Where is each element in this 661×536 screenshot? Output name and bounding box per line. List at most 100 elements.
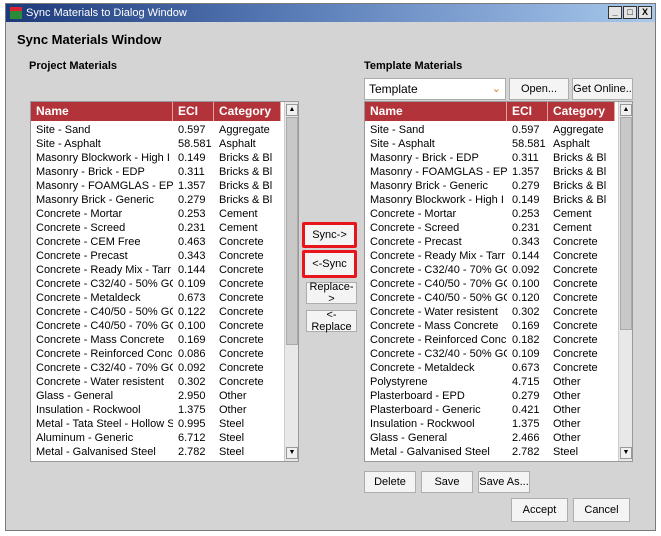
- cell-category: Bricks & Bl: [219, 194, 273, 206]
- scroll-up-arrow-icon[interactable]: ▲: [620, 104, 632, 116]
- table-row[interactable]: Plasterboard - EPD 0.279 Other: [365, 389, 615, 403]
- table-row[interactable]: Concrete - C40/50 - 70% GG 0.100 Concrete: [31, 319, 281, 333]
- window-title: Sync Materials to Dialog Window: [26, 7, 187, 19]
- cell-category: Concrete: [553, 320, 598, 332]
- table-row[interactable]: Concrete - Mortar 0.253 Cement: [31, 207, 281, 221]
- table-row[interactable]: Insulation - Rockwool 1.375 Other: [31, 403, 281, 417]
- cell-category: Concrete: [553, 362, 598, 374]
- column-header-name[interactable]: Name: [31, 102, 173, 121]
- scrollbar[interactable]: ▲ ▼: [618, 102, 632, 461]
- maximize-button[interactable]: □: [623, 6, 637, 19]
- table-row[interactable]: Concrete - C40/50 - 50% GG 0.122 Concrete: [31, 305, 281, 319]
- table-row[interactable]: Masonry - FOAMGLAS - EPD 1.357 Bricks & Bl: [31, 179, 281, 193]
- table-row[interactable]: Concrete - Screed 0.231 Cement: [365, 221, 615, 235]
- save-button[interactable]: Save: [421, 471, 473, 493]
- table-row[interactable]: Site - Asphalt 58.581 Asphalt: [365, 137, 615, 151]
- scrollbar-thumb[interactable]: [286, 117, 298, 345]
- cell-name: Concrete - Reinforced Conc: [36, 348, 173, 360]
- cell-name: Concrete - Metaldeck: [36, 292, 141, 304]
- table-row[interactable]: Insulation - Rockwool 1.375 Other: [365, 417, 615, 431]
- table-row[interactable]: Plasterboard - Generic 0.421 Other: [365, 403, 615, 417]
- table-row[interactable]: Concrete - Precast 0.343 Concrete: [365, 235, 615, 249]
- save-as-button[interactable]: Save As...: [478, 471, 530, 493]
- column-header-name[interactable]: Name: [365, 102, 507, 121]
- delete-button[interactable]: Delete: [364, 471, 416, 493]
- cell-eci: 0.673: [178, 292, 206, 304]
- accept-button[interactable]: Accept: [511, 498, 568, 522]
- table-row[interactable]: Site - Asphalt 58.581 Asphalt: [31, 137, 281, 151]
- table-row[interactable]: Concrete - Mass Concrete 0.169 Concrete: [365, 319, 615, 333]
- table-row[interactable]: Glass - General 2.466 Other: [365, 431, 615, 445]
- cell-category: Concrete: [553, 250, 598, 262]
- cell-eci: 0.597: [178, 124, 206, 136]
- table-row[interactable]: Site - Sand 0.597 Aggregate: [31, 123, 281, 137]
- column-header-category[interactable]: Category: [548, 102, 615, 121]
- table-row[interactable]: Concrete - Metaldeck 0.673 Concrete: [31, 291, 281, 305]
- project-materials-label: Project Materials: [29, 60, 118, 72]
- cell-category: Cement: [553, 208, 592, 220]
- table-row[interactable]: Concrete - Screed 0.231 Cement: [31, 221, 281, 235]
- get-online-button[interactable]: Get Online..: [572, 78, 633, 100]
- cell-category: Steel: [219, 432, 245, 444]
- table-row[interactable]: Concrete - Metaldeck 0.673 Concrete: [365, 361, 615, 375]
- cell-category: Concrete: [553, 264, 598, 276]
- sync-left-button[interactable]: <-Sync: [302, 250, 357, 278]
- sync-right-button[interactable]: Sync->: [302, 222, 357, 248]
- table-row[interactable]: Concrete - Ready Mix - Tarr 0.144 Concrete: [365, 249, 615, 263]
- minimize-button[interactable]: _: [608, 6, 622, 19]
- table-row[interactable]: Concrete - C32/40 - 50% GG 0.109 Concrete: [365, 347, 615, 361]
- table-row[interactable]: Concrete - C40/50 - 70% GG 0.100 Concrete: [365, 277, 615, 291]
- table-row[interactable]: Concrete - Water resistent 0.302 Concrete: [365, 305, 615, 319]
- cell-name: Metal - Galvanised Steel: [370, 446, 490, 458]
- scroll-up-arrow-icon[interactable]: ▲: [286, 104, 298, 116]
- table-row[interactable]: Polystyrene 4.715 Other: [365, 375, 615, 389]
- cell-name: Concrete - C40/50 - 70% GG: [36, 320, 173, 332]
- cancel-button[interactable]: Cancel: [573, 498, 630, 522]
- table-row[interactable]: Masonry Brick - Generic 0.279 Bricks & Bl: [31, 193, 281, 207]
- replace-left-button[interactable]: <-Replace: [306, 309, 357, 333]
- table-row[interactable]: Masonry - FOAMGLAS - EPD 1.357 Bricks & Bl: [365, 165, 615, 179]
- table-row[interactable]: Masonry - Brick - EDP 0.311 Bricks & Bl: [31, 165, 281, 179]
- open-button[interactable]: Open...: [509, 78, 569, 100]
- table-row[interactable]: Concrete - CEM Free 0.463 Concrete: [31, 235, 281, 249]
- cell-eci: 0.109: [178, 278, 206, 290]
- cell-eci: 0.109: [512, 348, 540, 360]
- table-row[interactable]: Concrete - C40/50 - 50% GG 0.120 Concrete: [365, 291, 615, 305]
- table-row[interactable]: Concrete - Reinforced Conc 0.086 Concrete: [31, 347, 281, 361]
- scroll-down-arrow-icon[interactable]: ▼: [286, 447, 298, 459]
- column-header-eci[interactable]: ECI: [173, 102, 214, 121]
- table-row[interactable]: Concrete - Ready Mix - Tarr 0.144 Concrete: [31, 263, 281, 277]
- table-row[interactable]: Concrete - Precast 0.343 Concrete: [31, 249, 281, 263]
- table-row[interactable]: Concrete - Mass Concrete 0.169 Concrete: [31, 333, 281, 347]
- cell-eci: 0.421: [512, 404, 540, 416]
- cell-category: Other: [553, 418, 581, 430]
- table-row[interactable]: Masonry Blockwork - High I 0.149 Bricks & …: [31, 151, 281, 165]
- scrollbar-thumb[interactable]: [620, 117, 632, 330]
- table-row[interactable]: Concrete - C32/40 - 70% GG 0.092 Concrete: [365, 263, 615, 277]
- table-row[interactable]: Concrete - C32/40 - 50% GG 0.109 Concrete: [31, 277, 281, 291]
- table-row[interactable]: Metal - Galvanised Steel 2.782 Steel: [365, 445, 615, 459]
- replace-right-button[interactable]: Replace->: [306, 281, 357, 305]
- column-header-category[interactable]: Category: [214, 102, 281, 121]
- table-row[interactable]: Masonry Brick - Generic 0.279 Bricks & Bl: [365, 179, 615, 193]
- table-row[interactable]: Site - Sand 0.597 Aggregate: [365, 123, 615, 137]
- column-header-eci[interactable]: ECI: [507, 102, 548, 121]
- scroll-down-arrow-icon[interactable]: ▼: [620, 447, 632, 459]
- table-row[interactable]: Masonry - Brick - EDP 0.311 Bricks & Bl: [365, 151, 615, 165]
- table-row[interactable]: Concrete - Water resistent 0.302 Concrete: [31, 375, 281, 389]
- template-select[interactable]: Template ⌄: [364, 78, 506, 100]
- table-row[interactable]: Aluminum - Generic 6.712 Steel: [31, 431, 281, 445]
- table-row[interactable]: Concrete - Reinforced Conc 0.182 Concrete: [365, 333, 615, 347]
- table-row[interactable]: Concrete - Mortar 0.253 Cement: [365, 207, 615, 221]
- table-row[interactable]: Metal - Tata Steel - Hollow S 0.995 Steel: [31, 417, 281, 431]
- cell-eci: 0.253: [512, 208, 540, 220]
- table-row[interactable]: Glass - General 2.950 Other: [31, 389, 281, 403]
- cell-eci: 0.279: [512, 390, 540, 402]
- table-row[interactable]: Concrete - C32/40 - 70% GG 0.092 Concrete: [31, 361, 281, 375]
- table-row[interactable]: Metal - Galvanised Steel 2.782 Steel: [31, 445, 281, 459]
- cell-eci: 0.279: [178, 194, 206, 206]
- close-button[interactable]: X: [638, 6, 652, 19]
- table-row[interactable]: Masonry Blockwork - High I 0.149 Bricks & …: [365, 193, 615, 207]
- cell-eci: 0.231: [178, 222, 206, 234]
- scrollbar[interactable]: ▲ ▼: [284, 102, 298, 461]
